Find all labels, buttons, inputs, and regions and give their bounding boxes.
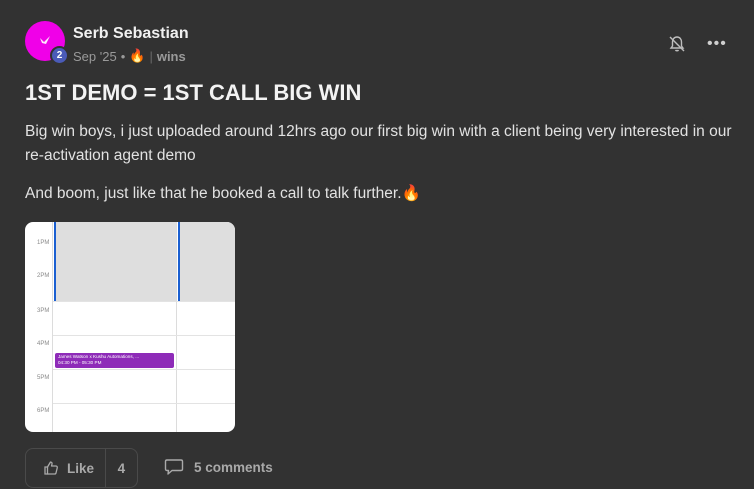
avatar[interactable]: 2 — [25, 21, 69, 65]
calendar-busy-block — [54, 222, 176, 301]
author-name[interactable]: Serb Sebastian — [73, 25, 189, 43]
calendar-hour-line — [53, 301, 235, 302]
calendar-now-line — [178, 222, 180, 301]
avatar-bird-icon — [40, 36, 50, 44]
post-card: 2 Serb Sebastian Sep '25 • 🔥 | wins ••• … — [0, 0, 754, 489]
calendar-hour-label: 1PM — [37, 240, 50, 246]
fire-emoji: 🔥 — [129, 48, 146, 63]
calendar-day-divider — [176, 222, 177, 432]
calendar-now-line — [54, 222, 56, 301]
meta-bullet: • — [120, 48, 126, 64]
post-meta: Sep '25 • 🔥 | wins — [73, 48, 186, 64]
calendar-hour-line — [53, 335, 235, 336]
comments-button[interactable]: 5 comments — [164, 458, 273, 476]
calendar-hour-label: 5PM — [37, 375, 50, 381]
comment-bubble-icon — [164, 459, 184, 475]
like-button[interactable]: Like — [26, 449, 106, 487]
calendar-time-column — [25, 222, 53, 432]
calendar-screenshot-attachment[interactable]: 1PM 2PM 3PM 4PM 5PM 6PM James Watson x K… — [25, 222, 235, 432]
calendar-hour-label: 4PM — [37, 341, 50, 347]
calendar-hour-label: 3PM — [37, 308, 50, 314]
like-label: Like — [67, 460, 95, 476]
like-group: Like 4 — [25, 448, 138, 488]
meta-separator: | — [149, 48, 153, 64]
like-count[interactable]: 4 — [106, 461, 137, 476]
comments-label: 5 comments — [194, 459, 273, 475]
calendar-hour-label: 2PM — [37, 273, 50, 279]
calendar-hour-line — [53, 403, 235, 404]
calendar-busy-block — [178, 222, 235, 301]
calendar-event: James Watson x Kushu Automations, ... 04… — [55, 353, 174, 368]
more-options-icon[interactable]: ••• — [707, 36, 727, 52]
notification-bell-icon[interactable] — [668, 35, 686, 53]
calendar-hour-line — [53, 369, 235, 370]
post-title: 1ST DEMO = 1ST CALL BIG WIN — [25, 80, 362, 105]
post-date[interactable]: Sep '25 — [73, 49, 117, 64]
level-badge: 2 — [50, 46, 69, 65]
event-time: 04:30 PM - 05:30 PM — [58, 360, 102, 365]
post-paragraph: Big win boys, i just uploaded around 12h… — [25, 123, 732, 164]
category-link[interactable]: wins — [157, 49, 186, 64]
post-paragraph: And boom, just like that he booked a cal… — [25, 185, 421, 202]
post-body: Big win boys, i just uploaded around 12h… — [25, 120, 735, 220]
calendar-hour-label: 6PM — [37, 408, 50, 414]
thumbs-up-icon — [44, 461, 58, 475]
